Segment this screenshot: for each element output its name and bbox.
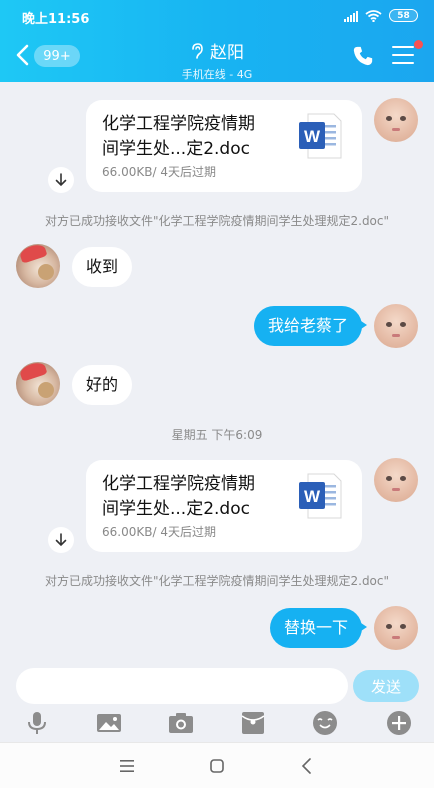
download-icon — [55, 173, 67, 187]
contact-title[interactable]: 赵阳 手机在线 - 4G — [110, 38, 324, 82]
my-avatar[interactable] — [374, 458, 418, 502]
svg-text:W: W — [304, 127, 321, 146]
battery-icon: 58 — [389, 9, 418, 22]
file-message[interactable]: 化学工程学院疫情期 间学生处...定2.doc 66.00KB/ 4天后过期 W — [86, 460, 362, 552]
image-icon[interactable] — [96, 710, 122, 736]
camera-icon[interactable] — [168, 710, 194, 736]
file-name: 化学工程学院疫情期 间学生处...定2.doc — [102, 114, 255, 159]
download-icon — [55, 533, 67, 547]
status-time: 晚上11:56 — [22, 12, 90, 27]
sent-message[interactable]: 替换一下 — [269, 608, 368, 648]
notification-dot — [414, 40, 423, 49]
word-document-icon: W — [299, 113, 342, 159]
back-icon[interactable] — [298, 757, 316, 775]
system-navigation-bar — [0, 742, 434, 788]
nav-bar: 99+ 赵阳 手机在线 - 4G — [0, 34, 434, 82]
system-notice: 对方已成功接收文件"化学工程学院疫情期间学生处理规定2.doc" — [44, 574, 390, 588]
wifi-icon — [365, 9, 382, 22]
emoji-icon[interactable] — [312, 710, 338, 736]
more-menu-icon[interactable] — [392, 46, 414, 66]
file-meta: 66.00KB/ 4天后过期 — [102, 165, 216, 179]
sent-message[interactable]: 我给老蔡了 — [253, 306, 368, 346]
plus-icon[interactable] — [386, 710, 412, 736]
ear-icon — [192, 42, 203, 59]
received-message[interactable]: 好的 — [72, 365, 133, 405]
back-icon[interactable] — [12, 43, 36, 67]
my-avatar[interactable] — [374, 304, 418, 348]
chat-header: 晚上11:56 58 99+ 赵阳 手机在线 - 4G — [0, 0, 434, 82]
contact-avatar[interactable] — [16, 362, 60, 406]
microphone-icon[interactable] — [24, 710, 50, 736]
contact-name: 赵阳 — [210, 43, 244, 63]
file-meta: 66.00KB/ 4天后过期 — [102, 525, 216, 539]
received-message[interactable]: 收到 — [72, 247, 133, 287]
contact-status: 手机在线 - 4G — [181, 68, 253, 81]
contact-avatar[interactable] — [16, 244, 60, 288]
status-bar: 晚上11:56 58 — [0, 6, 434, 28]
svg-text:W: W — [304, 487, 321, 506]
file-message[interactable]: 化学工程学院疫情期 间学生处...定2.doc 66.00KB/ 4天后过期 W — [86, 100, 362, 192]
menu-icon[interactable] — [118, 757, 136, 775]
home-icon[interactable] — [208, 757, 226, 775]
unread-badge[interactable]: 99+ — [34, 45, 80, 67]
download-button[interactable] — [48, 167, 74, 193]
system-notice: 对方已成功接收文件"化学工程学院疫情期间学生处理规定2.doc" — [44, 214, 390, 228]
input-toolbar — [0, 710, 434, 738]
my-avatar[interactable] — [374, 606, 418, 650]
file-name: 化学工程学院疫情期 间学生处...定2.doc — [102, 474, 255, 519]
send-button[interactable]: 发送 — [353, 670, 419, 702]
timestamp: 星期五 下午6:09 — [171, 428, 263, 442]
phone-icon[interactable] — [352, 45, 374, 67]
red-packet-icon[interactable] — [240, 710, 266, 736]
signal-icon — [344, 10, 358, 22]
word-document-icon: W — [299, 473, 342, 519]
download-button[interactable] — [48, 527, 74, 553]
message-input[interactable] — [16, 668, 348, 704]
my-avatar[interactable] — [374, 98, 418, 142]
